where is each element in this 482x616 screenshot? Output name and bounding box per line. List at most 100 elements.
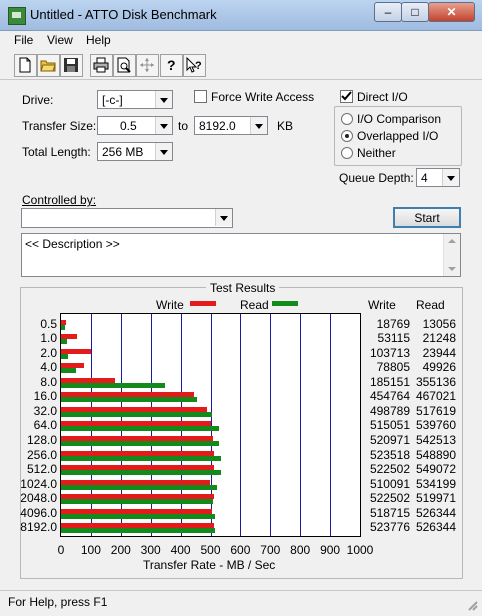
drive-select[interactable]: [-c-]: [97, 90, 173, 109]
transfer-size-tick-label: 32.0: [33, 403, 57, 418]
write-value-cell: 454764: [369, 389, 410, 404]
neither-label: Neither: [357, 146, 396, 160]
checkmark-icon: [341, 91, 352, 101]
transfer-size-tick-label: 1.0: [40, 331, 57, 346]
write-value-cell: 103713: [369, 345, 410, 360]
close-button[interactable]: ✕: [428, 2, 475, 22]
status-bar: For Help, press F1: [0, 590, 482, 616]
chevron-down-icon: [155, 143, 172, 160]
read-bar: [61, 528, 215, 534]
write-value-cell: 53115: [377, 331, 410, 346]
controlled-by-select[interactable]: [21, 208, 233, 228]
description-scrollbar[interactable]: [443, 234, 460, 276]
overlapped-io-radio[interactable]: [341, 130, 353, 142]
minimize-button[interactable]: –: [374, 2, 402, 22]
column-header-read: Read: [416, 298, 445, 312]
transfer-size-tick-label: 2048.0: [20, 491, 57, 506]
write-value-cell: 185151: [369, 374, 410, 389]
print-preview-icon[interactable]: [113, 54, 136, 77]
direct-io-checkbox[interactable]: [340, 90, 353, 103]
results-chart: [60, 313, 361, 537]
total-length-label: Total Length:: [22, 145, 91, 159]
menu-bar: File View Help: [0, 31, 482, 51]
write-value-cell: 523776: [369, 520, 410, 535]
transfer-size-tick-label: 256.0: [26, 447, 57, 462]
maximize-button[interactable]: □: [401, 2, 429, 22]
transfer-size-tick-label: 8192.0: [20, 520, 57, 535]
transfer-size-tick-label: 4096.0: [20, 505, 57, 520]
read-bar: [61, 426, 219, 432]
read-value-cell: 549072: [415, 462, 456, 477]
svg-text:?: ?: [167, 57, 176, 73]
read-bar: [61, 513, 215, 519]
legend-read-swatch: [272, 301, 298, 306]
queue-depth-value: 4: [421, 171, 428, 185]
start-button[interactable]: Start: [393, 207, 461, 228]
x-axis-label: Transfer Rate - MB / Sec: [143, 558, 276, 572]
description-textarea[interactable]: << Description >>: [21, 233, 461, 277]
read-value-cell: 539760: [415, 418, 456, 433]
transfer-size-tick-label: 4.0: [40, 360, 57, 375]
write-value-cell: 522502: [369, 462, 410, 477]
transfer-size-unit: KB: [277, 119, 294, 133]
transfer-size-to-value: 8192.0: [199, 119, 236, 133]
x-tick-label: 1000: [346, 543, 374, 557]
menu-help[interactable]: Help: [86, 33, 111, 47]
total-length-select[interactable]: 256 MB: [97, 142, 173, 161]
transfer-size-tick-label: 512.0: [26, 462, 57, 477]
menu-file[interactable]: File: [14, 33, 33, 47]
transfer-size-tick-label: 16.0: [33, 389, 57, 404]
transfer-size-tick-label: 8.0: [40, 374, 57, 389]
transfer-size-from-select[interactable]: 0.5: [97, 116, 173, 135]
menu-view[interactable]: View: [47, 33, 73, 47]
print-icon[interactable]: [90, 54, 113, 77]
transfer-size-tick-label: 64.0: [33, 418, 57, 433]
grid-line: [270, 314, 272, 536]
read-bar: [61, 470, 222, 476]
read-value-cell: 517619: [415, 403, 456, 418]
resize-grip-icon[interactable]: [466, 599, 478, 611]
read-value-cell: 526344: [415, 505, 456, 520]
legend-write-swatch: [190, 301, 216, 306]
transfer-size-to-label: to: [178, 119, 189, 133]
transfer-size-tick-label: 128.0: [26, 433, 57, 448]
read-bar: [61, 324, 65, 330]
chevron-down-icon: [442, 169, 459, 186]
status-text: For Help, press F1: [8, 595, 108, 609]
transfer-size-to-select[interactable]: 8192.0: [194, 116, 268, 135]
transfer-size-tick-label: 0.5: [40, 316, 57, 331]
io-comparison-radio[interactable]: [341, 113, 353, 125]
force-write-label: Force Write Access: [211, 90, 315, 104]
context-help-icon[interactable]: ?: [183, 54, 206, 77]
toolbar: ? ?: [0, 51, 482, 80]
window-title: Untitled - ATTO Disk Benchmark: [30, 7, 217, 22]
neither-radio[interactable]: [341, 147, 353, 159]
chevron-down-icon: [250, 117, 267, 134]
total-length-value: 256 MB: [102, 145, 144, 159]
read-bar: [61, 441, 220, 447]
app-window: Untitled - ATTO Disk Benchmark – □ ✕ Fil…: [0, 0, 482, 616]
new-document-icon[interactable]: [14, 54, 37, 77]
svg-text:?: ?: [195, 60, 202, 72]
app-icon: [8, 7, 26, 25]
read-value-cell: 467021: [415, 389, 456, 404]
read-value-cell: 23944: [422, 345, 456, 360]
read-value-cell: 21248: [422, 331, 456, 346]
help-question-icon[interactable]: ?: [160, 54, 183, 77]
read-bar: [61, 455, 222, 461]
write-value-cell: 520971: [369, 433, 410, 448]
transfer-size-tick-label: 1024.0: [20, 476, 57, 491]
read-bar: [61, 382, 165, 388]
open-folder-icon[interactable]: [37, 54, 60, 77]
save-disk-icon[interactable]: [60, 54, 83, 77]
queue-depth-select[interactable]: 4: [416, 168, 460, 187]
legend-read-label: Read: [240, 298, 269, 312]
write-value-cell: 18769: [376, 316, 410, 331]
write-value-cell: 515051: [369, 418, 410, 433]
chevron-down-icon: [155, 91, 172, 108]
force-write-checkbox[interactable]: [194, 90, 207, 103]
move-icon[interactable]: [136, 54, 159, 77]
read-value-cell: 49926: [422, 360, 456, 375]
read-value-cell: 534199: [415, 476, 456, 491]
title-bar: Untitled - ATTO Disk Benchmark – □ ✕: [0, 0, 482, 31]
